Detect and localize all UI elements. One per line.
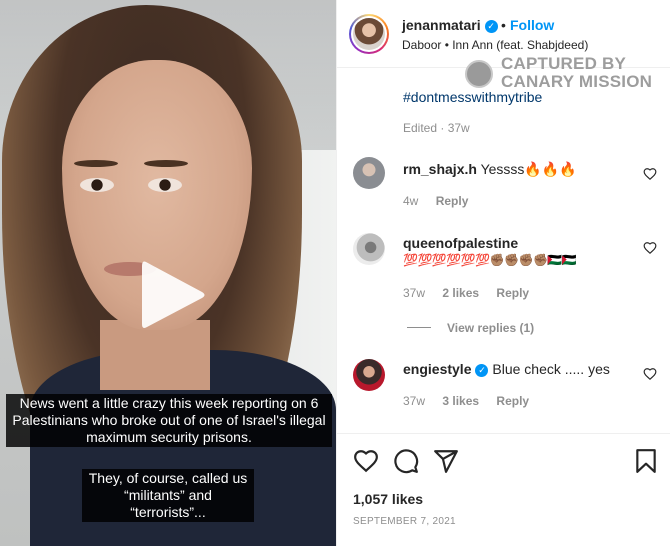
comment-text: Yessss🔥🔥🔥 xyxy=(480,161,577,177)
comment: rm_shajx.h Yessss🔥🔥🔥 xyxy=(403,161,577,178)
reply-button[interactable]: Reply xyxy=(496,394,529,408)
reply-button[interactable]: Reply xyxy=(436,194,469,208)
comment-username[interactable]: engiestyle xyxy=(403,361,471,377)
play-icon[interactable] xyxy=(138,258,208,332)
comment-meta: 37w 3 likes Reply xyxy=(403,394,543,408)
post-username[interactable]: jenanmatari xyxy=(402,17,481,33)
video-frame-brow xyxy=(144,160,188,167)
comment-likes[interactable]: 2 likes xyxy=(442,286,479,300)
view-replies-button[interactable]: View replies (1) xyxy=(447,321,534,335)
video-frame-eye xyxy=(148,178,182,192)
comment-like-heart-icon[interactable] xyxy=(643,241,657,255)
video-caption: They, of course, called us “militants” a… xyxy=(82,469,254,522)
comment-icon[interactable] xyxy=(393,448,419,474)
comment-text: 💯💯💯💯💯💯✊🏽✊🏽✊🏽✊🏽🇵🇸🇵🇸 xyxy=(403,253,577,267)
comment-time: 37w xyxy=(403,394,426,408)
comment-avatar[interactable] xyxy=(353,359,385,391)
comment-avatar[interactable] xyxy=(353,157,385,189)
comment-username[interactable]: queenofpalestine xyxy=(403,235,518,251)
canary-logo-icon xyxy=(465,60,493,88)
comment-like-heart-icon[interactable] xyxy=(643,167,657,181)
edited-timestamp: Edited · 37w xyxy=(403,121,470,135)
comment-text: Blue check ..... yes xyxy=(492,361,610,377)
comment-like-heart-icon[interactable] xyxy=(643,367,657,381)
comment: engiestyle ✓ Blue check ..... yes xyxy=(403,361,610,377)
watermark: CAPTURED BY CANARY MISSION xyxy=(463,54,670,94)
follow-button[interactable]: Follow xyxy=(510,17,554,33)
video-frame-eye xyxy=(80,178,114,192)
comment-username[interactable]: rm_shajx.h xyxy=(403,161,477,177)
post-details-panel: jenanmatari ✓ • Follow Daboor • Inn Ann (… xyxy=(336,0,670,546)
comment-meta: 4w Reply xyxy=(403,194,482,208)
replies-divider xyxy=(407,327,431,328)
verified-icon: ✓ xyxy=(475,364,489,377)
hashtag-link[interactable]: #dontmesswithmytribe xyxy=(403,89,542,105)
comment-time: 37w xyxy=(403,286,426,300)
comment-likes[interactable]: 3 likes xyxy=(442,394,479,408)
separator-dot: • xyxy=(501,17,506,33)
comment-meta: 37w 2 likes Reply xyxy=(403,286,543,300)
verified-icon: ✓ xyxy=(484,20,498,33)
bookmark-icon[interactable] xyxy=(633,448,659,474)
post-date: SEPTEMBER 7, 2021 xyxy=(353,516,456,527)
comment-avatar[interactable] xyxy=(353,233,385,265)
video-player[interactable]: News went a little crazy this week repor… xyxy=(0,0,336,546)
video-caption: News went a little crazy this week repor… xyxy=(6,394,332,447)
audio-track-link[interactable]: Daboor • Inn Ann (feat. Shabjdeed) xyxy=(402,38,588,52)
heart-icon[interactable] xyxy=(353,448,379,474)
avatar[interactable] xyxy=(349,14,389,54)
comment: queenofpalestine xyxy=(403,235,518,251)
share-icon[interactable] xyxy=(433,448,459,474)
comment-time: 4w xyxy=(403,194,419,208)
action-bar: 1,057 likes SEPTEMBER 7, 2021 xyxy=(337,433,670,546)
likes-count[interactable]: 1,057 likes xyxy=(353,491,423,507)
reply-button[interactable]: Reply xyxy=(496,286,529,300)
watermark-line: CAPTURED BY xyxy=(501,54,626,73)
video-frame-brow xyxy=(74,160,118,167)
